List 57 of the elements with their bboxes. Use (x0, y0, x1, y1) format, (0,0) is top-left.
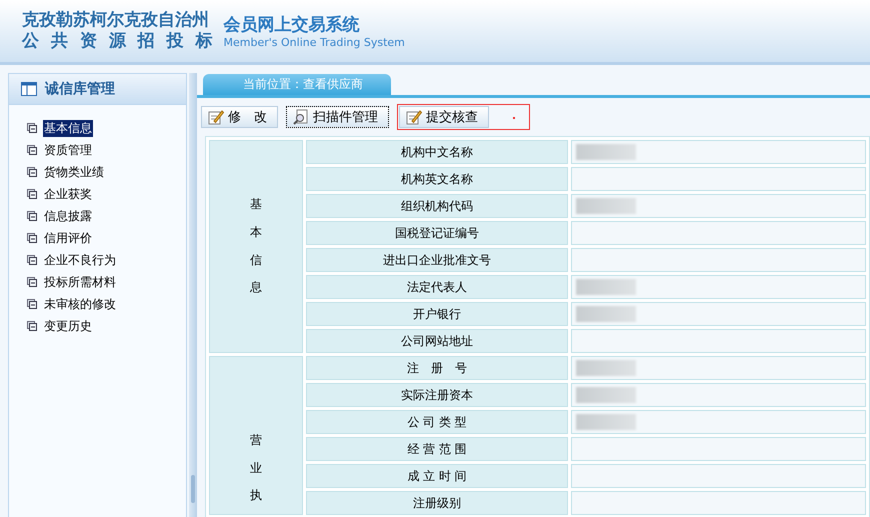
system-subtitle: Member's Online Trading System (224, 36, 405, 49)
field-label: 公 司 类 型 (306, 410, 568, 434)
field-label: 公司网站地址 (306, 329, 568, 353)
field-label: 实际注册资本 (306, 383, 568, 407)
field-label: 法定代表人 (306, 275, 568, 299)
list-item-icon (27, 167, 37, 177)
sidebar-item[interactable]: 未审核的修改 (43, 296, 117, 312)
list-item-icon (27, 145, 37, 155)
sidebar-item[interactable]: 信用评价 (43, 230, 93, 246)
field-label: 组织机构代码 (306, 194, 568, 218)
sidebar-title: 诚信库管理 (45, 80, 115, 98)
blurred-value (576, 360, 636, 376)
list-item-icon (27, 123, 37, 133)
group-label: 营业执 (250, 432, 262, 504)
field-label: 国税登记证编号 (306, 221, 568, 245)
list-item-icon (27, 299, 37, 309)
sidebar-item[interactable]: 企业不良行为 (43, 252, 117, 268)
window-icon (21, 82, 37, 96)
blurred-value (576, 144, 636, 160)
blurred-value (576, 279, 636, 295)
field-label: 机构中文名称 (306, 140, 568, 164)
field-label: 经 营 范 围 (306, 437, 568, 461)
field-label: 机构英文名称 (306, 167, 568, 191)
toolbar-button[interactable]: 修 改 (201, 106, 278, 128)
list-item-icon (27, 211, 37, 221)
sidebar-item[interactable]: 变更历史 (43, 318, 93, 334)
list-item-icon (27, 233, 37, 243)
field-label: 注 册 号 (306, 356, 568, 380)
splitter-bar[interactable] (189, 73, 197, 517)
pencil-note-icon (208, 109, 224, 125)
sidebar-item[interactable]: 信息披露 (43, 208, 93, 224)
blurred-value (576, 198, 636, 214)
organization-subtitle: 公 共 资 源 招 投 标 (22, 31, 216, 52)
list-item-icon (27, 321, 37, 331)
sidebar-item[interactable]: 货物类业绩 (43, 164, 105, 180)
magnifier-document-icon (293, 109, 309, 125)
system-title: 会员网上交易系统 (224, 14, 361, 36)
field-label: 成 立 时 间 (306, 464, 568, 488)
organization-title: 克孜勒苏柯尔克孜自治州 (22, 10, 210, 31)
list-item-icon (27, 277, 37, 287)
pencil-note-icon (406, 109, 422, 125)
sidebar-item[interactable]: 企业获奖 (43, 186, 93, 202)
field-label: 注册级别 (306, 491, 568, 515)
group-label: 基本信息 (250, 196, 262, 296)
toolbar-button[interactable]: 扫描件管理 (286, 106, 389, 128)
blurred-value (576, 414, 636, 430)
list-item-icon (27, 189, 37, 199)
toolbar-button[interactable]: 提交核查 (399, 106, 489, 128)
sidebar-item[interactable]: 投标所需材料 (43, 274, 117, 290)
splitter-grip[interactable] (191, 475, 196, 503)
field-label: 开户银行 (306, 302, 568, 326)
field-label: 进出口企业批准文号 (306, 248, 568, 272)
sidebar-item[interactable]: 资质管理 (43, 142, 93, 158)
sidebar-item[interactable]: 基本信息 (43, 120, 93, 136)
list-item-icon (27, 255, 37, 265)
blurred-value (576, 387, 636, 403)
blurred-value (576, 306, 636, 322)
